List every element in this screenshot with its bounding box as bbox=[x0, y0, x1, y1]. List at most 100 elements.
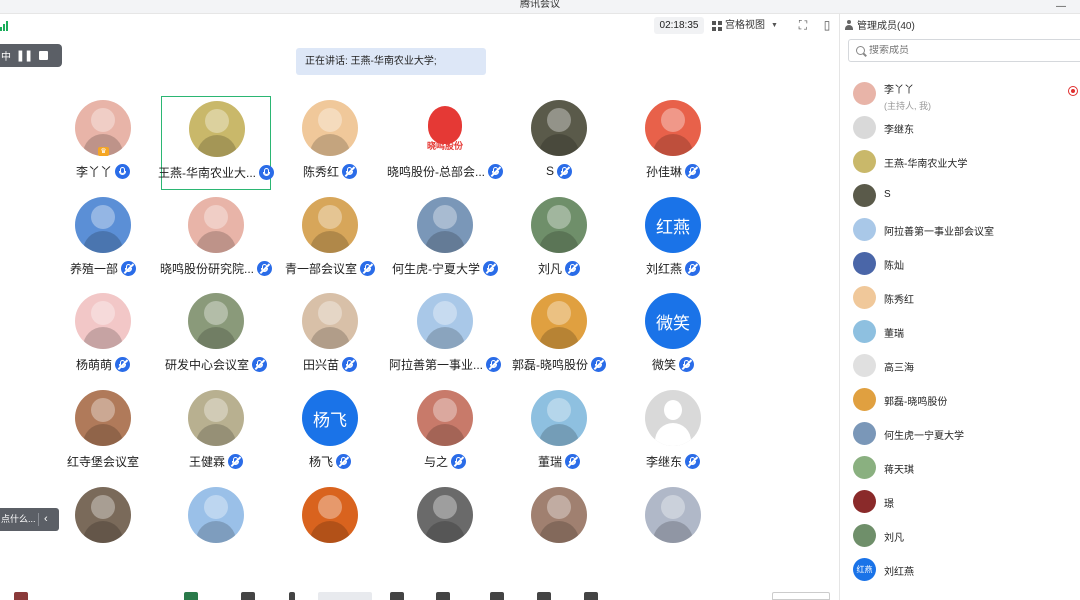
participant-name-row: 与之 bbox=[390, 452, 500, 470]
participant-avatar: 晓鸣股份 bbox=[417, 100, 473, 156]
participant-name: 养殖一部 bbox=[69, 261, 118, 276]
participant-name: 田兴苗 bbox=[302, 357, 339, 372]
member-avatar bbox=[853, 524, 876, 547]
participant-tile[interactable] bbox=[618, 483, 728, 577]
participant-avatar bbox=[531, 293, 587, 349]
participant-tile[interactable] bbox=[161, 483, 271, 577]
participant-name-row: 何生虎-宁夏大学 bbox=[390, 259, 500, 277]
member-row[interactable]: 王燕-华南农业大学 bbox=[840, 146, 1080, 176]
participant-tile[interactable] bbox=[504, 483, 614, 577]
member-name: 璟 bbox=[884, 499, 894, 510]
participant-tile[interactable]: S bbox=[504, 96, 614, 190]
member-avatar bbox=[853, 252, 876, 275]
minimize-icon[interactable]: — bbox=[1056, 1, 1066, 12]
participant-tile[interactable]: 红燕 刘红燕 bbox=[618, 193, 728, 287]
participant-tile[interactable]: 何生虎-宁夏大学 bbox=[390, 193, 500, 287]
apps-icon[interactable] bbox=[490, 592, 504, 600]
members-icon[interactable] bbox=[289, 592, 295, 600]
member-row[interactable]: 蒋天琪 bbox=[840, 452, 1080, 482]
chat-collapsed-tab[interactable]: 点什么... ‹ bbox=[0, 508, 59, 531]
member-row[interactable]: 璟 bbox=[840, 486, 1080, 516]
reactions-icon[interactable] bbox=[537, 592, 551, 600]
participant-tile[interactable] bbox=[48, 483, 158, 577]
member-row[interactable]: 李丫丫 (主持人, 我) bbox=[840, 78, 1080, 111]
member-avatar bbox=[853, 184, 876, 207]
member-name: 阿拉善第一事业部会议室 bbox=[884, 227, 994, 238]
member-row[interactable]: 李继东 bbox=[840, 112, 1080, 142]
mic-muted-icon bbox=[360, 260, 375, 276]
member-row[interactable]: 陈灿 bbox=[840, 248, 1080, 278]
avatar-text: 红燕 bbox=[856, 565, 873, 574]
stop-recording-button[interactable] bbox=[34, 51, 52, 60]
participant-tile[interactable]: 李继东 bbox=[618, 386, 728, 480]
search-icon bbox=[856, 46, 865, 55]
search-input[interactable] bbox=[869, 45, 1069, 56]
members-panel-header: 管理成员(40) bbox=[844, 17, 915, 32]
participant-tile[interactable]: 杨飞 杨飞 bbox=[275, 386, 385, 480]
share-screen-icon[interactable] bbox=[184, 592, 198, 600]
participant-tile[interactable]: 孙佳琳 bbox=[618, 96, 728, 190]
participant-name-row: 李丫丫 bbox=[48, 162, 158, 180]
participant-tile[interactable]: 董瑞 bbox=[504, 386, 614, 480]
participant-tile[interactable]: 杨萌萌 bbox=[48, 289, 158, 383]
chat-icon[interactable] bbox=[390, 592, 404, 600]
pause-recording-button[interactable]: ❚❚ bbox=[14, 49, 34, 62]
member-avatar bbox=[853, 286, 876, 309]
member-row[interactable]: 高三海 bbox=[840, 350, 1080, 380]
participant-avatar bbox=[531, 100, 587, 156]
participant-tile[interactable]: 红寺堡会议室 bbox=[48, 386, 158, 480]
record-icon[interactable] bbox=[436, 592, 450, 600]
participant-tile[interactable]: ♛ 李丫丫 bbox=[48, 96, 158, 190]
member-search[interactable] bbox=[848, 39, 1080, 62]
participant-tile[interactable]: 陈秀红 bbox=[275, 96, 385, 190]
manage-members-button[interactable] bbox=[318, 592, 372, 600]
speaking-banner: 正在讲话: 王燕-华南农业大学; bbox=[296, 48, 486, 75]
member-row[interactable]: 何生虎一宁夏大学 bbox=[840, 418, 1080, 448]
member-row[interactable]: 陈秀红 bbox=[840, 282, 1080, 312]
participant-name: 王燕-华南农业大... bbox=[158, 165, 256, 180]
mic-muted-icon bbox=[451, 453, 466, 469]
security-icon[interactable] bbox=[241, 592, 255, 600]
member-row[interactable]: 红燕 刘红燕 bbox=[840, 554, 1080, 584]
mute-icon[interactable] bbox=[14, 592, 28, 600]
participant-name-row: 刘凡 bbox=[504, 259, 614, 277]
participant-name-row: 陈秀红 bbox=[275, 162, 385, 180]
participant-tile[interactable]: 郭磊-晓鸣股份 bbox=[504, 289, 614, 383]
participant-tile[interactable]: 刘凡 bbox=[504, 193, 614, 287]
participant-tile[interactable] bbox=[390, 483, 500, 577]
participant-tile[interactable] bbox=[275, 483, 385, 577]
participant-avatar bbox=[75, 390, 131, 446]
participant-tile[interactable]: 王健霖 bbox=[161, 386, 271, 480]
participant-tile[interactable]: 青一部会议室 bbox=[275, 193, 385, 287]
participant-tile[interactable]: 微笑 微笑 bbox=[618, 289, 728, 383]
recording-indicator-icon bbox=[1068, 86, 1078, 96]
member-row[interactable]: 董瑞 bbox=[840, 316, 1080, 346]
member-row[interactable]: 阿拉善第一事业部会议室 bbox=[840, 214, 1080, 244]
participant-name-row: 刘红燕 bbox=[618, 259, 728, 277]
participant-tile[interactable]: 田兴苗 bbox=[275, 289, 385, 383]
member-row[interactable]: S bbox=[840, 180, 1080, 210]
participant-tile[interactable]: 养殖一部 bbox=[48, 193, 158, 287]
member-row[interactable]: 刘凡 bbox=[840, 520, 1080, 550]
participant-tile[interactable]: 与之 bbox=[390, 386, 500, 480]
members-panel-title: 管理成员(40) bbox=[857, 21, 915, 32]
participant-name: 陈秀红 bbox=[302, 164, 339, 179]
participant-tile[interactable]: 王燕-华南农业大... bbox=[158, 96, 274, 190]
member-row[interactable]: 郭磊-晓鸣股份 bbox=[840, 384, 1080, 414]
participant-tile[interactable]: 阿拉善第一事业... bbox=[389, 289, 502, 383]
end-meeting-button[interactable] bbox=[772, 592, 830, 600]
mic-muted-icon bbox=[342, 163, 357, 179]
mic-muted-icon bbox=[565, 453, 580, 469]
mic-icon bbox=[115, 163, 130, 179]
member-avatar bbox=[853, 354, 876, 377]
participant-tile[interactable]: 晓鸣股份研究院... bbox=[160, 193, 273, 287]
participant-tile[interactable]: 研发中心会议室 bbox=[161, 289, 271, 383]
mic-muted-icon bbox=[685, 453, 700, 469]
participant-avatar bbox=[417, 487, 473, 543]
participant-avatar: 微笑 bbox=[645, 293, 701, 349]
participant-tile[interactable]: 晓鸣股份 晓鸣股份-总部会... bbox=[387, 96, 503, 190]
participant-avatar bbox=[417, 390, 473, 446]
chevron-left-icon[interactable]: ‹ bbox=[44, 508, 48, 531]
member-name: 刘红燕 bbox=[884, 567, 914, 578]
settings-icon[interactable] bbox=[584, 592, 598, 600]
